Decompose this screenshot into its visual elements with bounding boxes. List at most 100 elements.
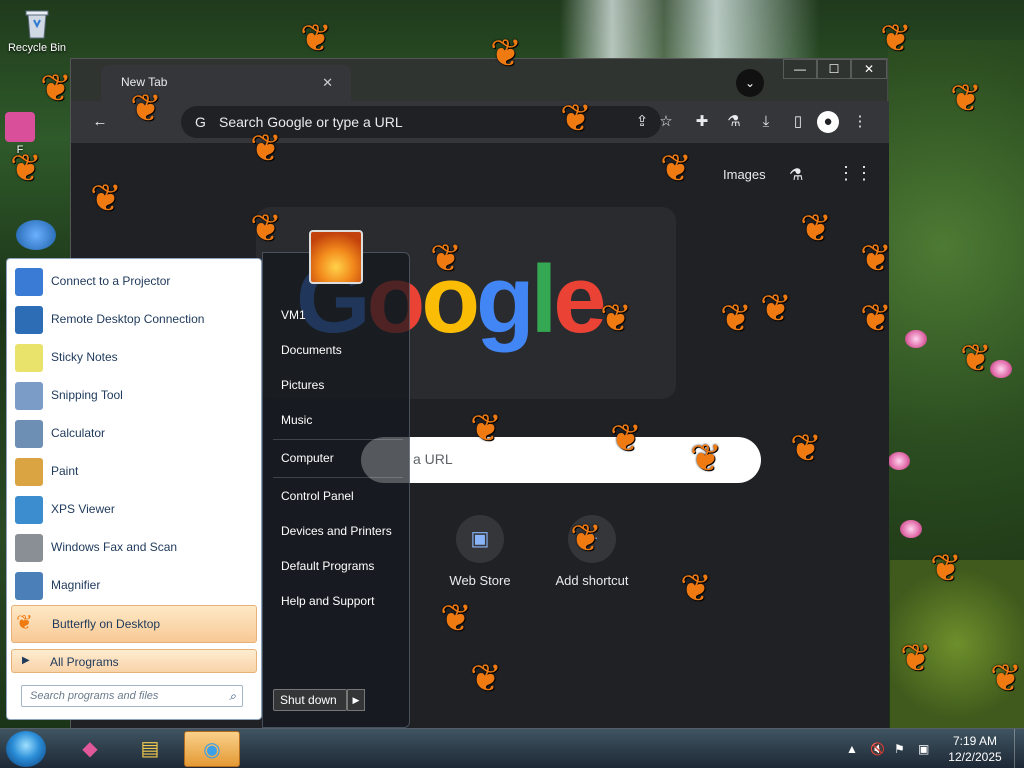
flower-decoration xyxy=(905,330,927,348)
search-placeholder: a URL xyxy=(413,451,453,467)
desktop-icon-recycle-bin[interactable]: Recycle Bin xyxy=(4,6,70,54)
network-icon[interactable]: ▣ xyxy=(918,742,929,756)
images-link[interactable]: Images xyxy=(723,167,766,182)
xps-viewer-icon xyxy=(15,496,43,524)
maximize-button[interactable]: ☐ xyxy=(817,59,851,79)
butterfly-icon: ❦ xyxy=(930,548,962,590)
butterfly-icon: ❦ xyxy=(16,612,33,634)
link-computer[interactable]: Computer xyxy=(275,444,405,474)
volume-muted-icon[interactable]: 🔇 xyxy=(870,742,885,756)
extensions-puzzle-icon[interactable]: ✚ xyxy=(691,111,713,133)
profile-avatar-icon[interactable]: ● xyxy=(817,111,839,133)
share-icon[interactable]: ⇪ xyxy=(631,111,653,133)
apps-grid-icon[interactable]: ⋮⋮ xyxy=(837,163,873,184)
taskbar: ◆ ▤ ◉ ▲ 🔇 ⚑ ▣ 7:19 AM 12/2/2025 xyxy=(0,728,1024,768)
butterfly-icon: ❦ xyxy=(130,88,162,130)
minimize-button[interactable]: — xyxy=(783,59,817,79)
program-snipping-tool[interactable]: Snipping Tool xyxy=(11,377,257,415)
butterfly-icon: ❦ xyxy=(860,238,892,280)
shortcut-web-store[interactable]: ▣ Web Store xyxy=(435,515,525,588)
all-programs-button[interactable]: ▶ All Programs xyxy=(11,649,257,673)
start-search-input[interactable]: Search programs and files ⌕ xyxy=(21,685,243,707)
bookmark-star-icon[interactable]: ☆ xyxy=(655,111,677,133)
flower-decoration xyxy=(888,452,910,470)
show-hidden-icons-arrow-icon[interactable]: ▲ xyxy=(846,742,858,756)
labs-flask-icon[interactable]: ⚗ xyxy=(789,165,803,185)
program-paint[interactable]: Paint xyxy=(11,453,257,491)
link-music[interactable]: Music xyxy=(275,406,405,436)
link-pictures[interactable]: Pictures xyxy=(275,371,405,401)
program-calculator[interactable]: Calculator xyxy=(11,415,257,453)
butterfly-icon: ❦ xyxy=(790,428,822,470)
magnifier-icon xyxy=(15,572,43,600)
butterfly-icon: ❦ xyxy=(470,408,502,450)
program-remote-desktop[interactable]: Remote Desktop Connection xyxy=(11,301,257,339)
start-button[interactable] xyxy=(6,731,46,767)
butterfly-icon: ❦ xyxy=(610,418,642,460)
link-documents[interactable]: Documents xyxy=(275,336,405,366)
butterfly-icon: ❦ xyxy=(990,658,1022,700)
back-arrow-icon[interactable]: ← xyxy=(89,111,111,133)
tab-search-icon[interactable]: ⌄ xyxy=(736,69,764,97)
program-xps-viewer[interactable]: XPS Viewer xyxy=(11,491,257,529)
start-menu-programs-pane: Connect to a Projector Remote Desktop Co… xyxy=(6,258,262,720)
link-help-and-support[interactable]: Help and Support xyxy=(275,587,405,617)
program-butterfly-on-desktop[interactable]: ❦ Butterfly on Desktop xyxy=(11,605,257,643)
butterfly-icon: ❦ xyxy=(490,33,522,75)
search-icon: ⌕ xyxy=(229,689,236,703)
link-vm1[interactable]: VM1 xyxy=(275,301,405,331)
program-label: Connect to a Projector xyxy=(51,274,171,288)
butterfly-icon: ❦ xyxy=(250,208,282,250)
link-control-panel[interactable]: Control Panel xyxy=(275,482,405,512)
calculator-icon xyxy=(15,420,43,448)
butterfly-icon: ❦ xyxy=(950,78,982,120)
sticky-notes-icon xyxy=(15,344,43,372)
program-fax-and-scan[interactable]: Windows Fax and Scan xyxy=(11,529,257,567)
tab-strip: New Tab ✕ ⌄ — ☐ ✕ xyxy=(71,59,889,101)
butterfly-icon: ❦ xyxy=(10,148,42,190)
program-label: Sticky Notes xyxy=(51,350,118,364)
labs-flask-icon[interactable]: ⚗ xyxy=(723,111,745,133)
clock[interactable]: 7:19 AM 12/2/2025 xyxy=(940,733,1010,765)
side-panel-icon[interactable]: ▯ xyxy=(787,111,809,133)
butterfly-icon: ❦ xyxy=(560,98,592,140)
butterfly-icon: ❦ xyxy=(470,658,502,700)
butterfly-icon: ❦ xyxy=(40,68,72,110)
fax-icon xyxy=(15,534,43,562)
program-label: XPS Viewer xyxy=(51,502,115,516)
download-icon[interactable]: ⤓ xyxy=(755,111,777,133)
projector-icon xyxy=(15,268,43,296)
kebab-menu-icon[interactable]: ⋮ xyxy=(849,111,871,133)
pink-app-icon xyxy=(5,112,35,142)
butterfly-icon: ❦ xyxy=(900,638,932,680)
close-tab-icon[interactable]: ✕ xyxy=(322,75,333,91)
butterfly-icon: ❦ xyxy=(600,298,632,340)
google-g-icon: G xyxy=(195,114,206,130)
menu-divider xyxy=(273,439,403,440)
program-label: Snipping Tool xyxy=(51,388,123,402)
omnibox-placeholder: Search Google or type a URL xyxy=(219,114,403,130)
show-desktop-button[interactable] xyxy=(1014,729,1024,768)
link-devices-and-printers[interactable]: Devices and Printers xyxy=(275,517,405,547)
remote-desktop-icon xyxy=(15,306,43,334)
all-programs-label: All Programs xyxy=(50,655,119,669)
chrome-icon[interactable]: ◉ xyxy=(184,731,240,767)
butterfly-icon: ❦ xyxy=(660,148,692,190)
shutdown-options-arrow-icon[interactable]: ▶ xyxy=(347,689,365,711)
link-default-programs[interactable]: Default Programs xyxy=(275,552,405,582)
close-window-button[interactable]: ✕ xyxy=(851,59,887,79)
program-magnifier[interactable]: Magnifier xyxy=(11,567,257,605)
file-explorer-icon[interactable]: ▤ xyxy=(122,731,178,767)
recycle-bin-icon xyxy=(20,6,54,40)
program-connect-to-projector[interactable]: Connect to a Projector xyxy=(11,263,257,301)
butterfly-icon: ❦ xyxy=(800,208,832,250)
shutdown-button[interactable]: Shut down xyxy=(273,689,347,711)
chrome-desktop-icon[interactable] xyxy=(16,220,56,250)
tab-title: New Tab xyxy=(121,75,168,89)
start-search-placeholder: Search programs and files xyxy=(30,690,159,702)
action-center-flag-icon[interactable]: ⚑ xyxy=(894,742,905,756)
scissors-icon xyxy=(15,382,43,410)
program-sticky-notes[interactable]: Sticky Notes xyxy=(11,339,257,377)
butterfly-icon: ❦ xyxy=(680,568,712,610)
pink-app-icon[interactable]: ◆ xyxy=(62,731,118,767)
